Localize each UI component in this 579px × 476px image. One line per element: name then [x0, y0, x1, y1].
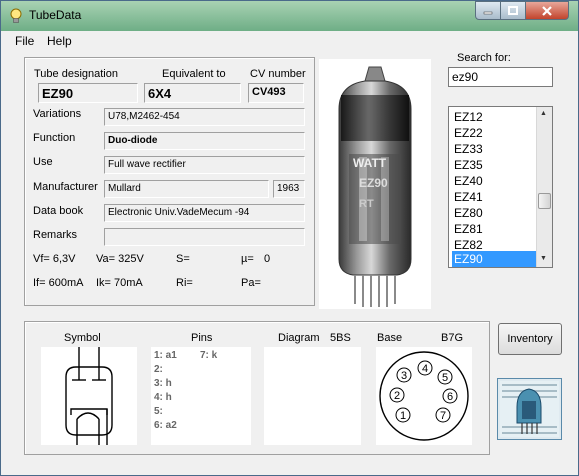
databook-label: Data book	[33, 205, 84, 217]
param-vf: Vf= 6,3V	[33, 253, 76, 265]
list-scrollbar[interactable]: ▲ ▼	[536, 107, 552, 267]
lightbulb-icon	[10, 8, 22, 23]
pins-label: Pins	[191, 332, 213, 344]
base-pin-2: 2	[394, 390, 400, 402]
tube-designation-label: Tube designation	[34, 68, 118, 80]
base-pin-5: 5	[442, 372, 448, 384]
tube-logo-icon	[500, 381, 559, 437]
variations-label: Variations	[33, 108, 82, 120]
search-label: Search for:	[457, 52, 511, 64]
pin-2: 2:	[154, 364, 163, 375]
title-bar: TubeData	[1, 1, 578, 31]
menu-help[interactable]: Help	[47, 34, 72, 48]
close-button[interactable]	[525, 1, 569, 20]
menu-file[interactable]: File	[15, 34, 34, 48]
list-item[interactable]: EZ22	[452, 125, 540, 141]
app-logo	[497, 378, 562, 440]
base-box: 1 2 3 4 5 6 7	[376, 347, 472, 445]
tube-photo: WATT EZ90 RT	[319, 59, 431, 309]
list-item[interactable]: EZ40	[452, 173, 540, 189]
menu-file-label: File	[15, 34, 35, 48]
cv-number-label: CV number	[250, 68, 306, 80]
scroll-down-icon[interactable]: ▼	[540, 255, 547, 262]
remarks-field[interactable]	[104, 228, 305, 246]
list-item[interactable]: EZ12	[452, 109, 540, 125]
scroll-thumb[interactable]	[538, 193, 551, 209]
pin-7: 7: k	[200, 350, 218, 361]
pin-4: 4: h	[154, 392, 172, 403]
photo-marking-bot: RT	[359, 198, 374, 210]
param-ik: Ik= 70mA	[96, 277, 143, 289]
minimize-icon	[483, 11, 493, 14]
b7g-base-diagram: 1 2 3 4 5 6 7	[379, 351, 469, 441]
cv-number-field[interactable]: CV493	[248, 83, 304, 103]
diagram-code: 5BS	[330, 332, 351, 344]
param-mu: µ=	[241, 253, 254, 265]
function-label: Function	[33, 132, 76, 144]
base-pin-4: 4	[422, 363, 428, 375]
menu-bar: File Help	[1, 31, 578, 51]
pin-5: 5:	[154, 406, 163, 417]
duo-diode-symbol	[65, 347, 113, 445]
inventory-button-label: Inventory	[507, 333, 553, 345]
databook-field[interactable]: Electronic Univ.VadeMecum -94	[104, 204, 305, 222]
param-va: Va= 325V	[96, 253, 144, 265]
list-item-selected[interactable]: EZ90	[452, 251, 540, 267]
photo-marking-mid: EZ90	[359, 176, 388, 190]
param-mu-value: 0	[264, 253, 271, 265]
pin-3: 3: h	[154, 378, 172, 389]
param-pa: Pa=	[241, 277, 261, 289]
equivalent-label: Equivalent to	[162, 68, 226, 80]
inventory-button[interactable]: Inventory	[498, 323, 562, 355]
list-item[interactable]: EZ80	[452, 205, 540, 221]
list-item[interactable]: EZ35	[452, 157, 540, 173]
use-field[interactable]: Full wave rectifier	[104, 156, 305, 174]
param-if: If= 600mA	[33, 277, 84, 289]
minimize-button[interactable]	[475, 1, 501, 20]
tube-designation-field[interactable]: EZ90	[38, 83, 138, 103]
variations-field[interactable]: U78,M2462-454	[104, 108, 305, 126]
param-ri: Ri=	[176, 277, 193, 289]
results-listbox[interactable]: EZ12 EZ22 EZ33 EZ35 EZ40 EZ41 EZ80 EZ81 …	[448, 106, 553, 268]
list-item[interactable]: EZ33	[452, 141, 540, 157]
search-input[interactable]: ez90	[448, 67, 553, 87]
manufacturer-field[interactable]: Mullard	[104, 180, 269, 198]
base-pin-6: 6	[447, 391, 453, 403]
diagram-box	[264, 347, 361, 445]
symbol-label: Symbol	[64, 332, 101, 344]
symbol-box	[41, 347, 137, 445]
app-window: TubeData File Help Tube designation Equi…	[0, 0, 579, 476]
pin-6: 6: a2	[154, 420, 177, 431]
use-label: Use	[33, 156, 53, 168]
remarks-label: Remarks	[33, 229, 78, 241]
list-item[interactable]: EZ41	[452, 189, 540, 205]
diagram-label: Diagram	[278, 332, 320, 344]
maximize-button[interactable]	[500, 1, 526, 20]
window-title: TubeData	[29, 8, 82, 22]
param-s: S=	[176, 253, 190, 265]
manufacturer-label: Manufacturer	[33, 181, 98, 193]
pin-1: 1: a1	[154, 350, 177, 361]
base-pin-1: 1	[400, 410, 406, 422]
close-icon	[542, 5, 552, 16]
equivalent-field[interactable]: 6X4	[144, 83, 241, 103]
photo-marking-top: WATT	[353, 156, 387, 170]
function-field[interactable]: Duo-diode	[104, 132, 305, 150]
list-item[interactable]: EZ81	[452, 221, 540, 237]
menu-help-label: Help	[47, 34, 72, 48]
maximize-icon	[508, 6, 518, 15]
base-label: Base	[377, 332, 403, 344]
base-pin-7: 7	[440, 410, 446, 422]
base-pin-3: 3	[401, 370, 407, 382]
year-field[interactable]: 1963	[273, 180, 305, 198]
base-code: B7G	[441, 332, 464, 344]
scroll-up-icon[interactable]: ▲	[540, 110, 547, 117]
pins-box: 1: a1 7: k 2: 3: h 4: h 5: 6: a2	[151, 347, 251, 445]
vacuum-tube-image: WATT EZ90 RT	[338, 66, 412, 307]
